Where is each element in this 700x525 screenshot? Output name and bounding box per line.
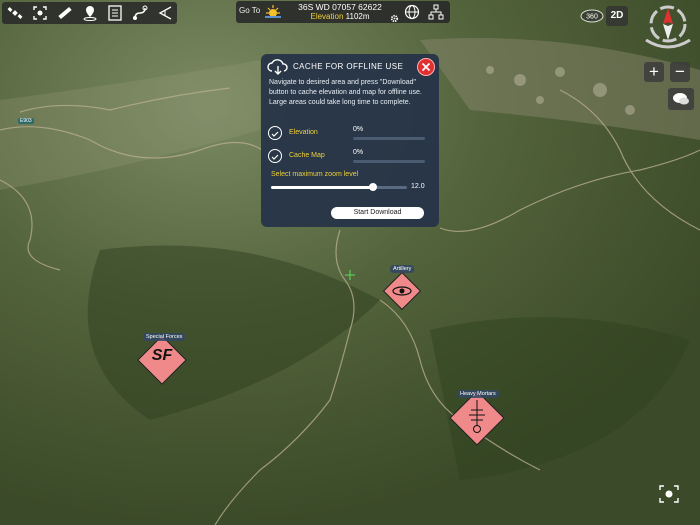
elevation-label: Elevation <box>310 12 344 21</box>
zoom-level-slider[interactable] <box>271 183 407 191</box>
los-icon[interactable] <box>152 2 177 24</box>
cache-map-check-icon <box>268 149 282 163</box>
zoom-out-button[interactable]: − <box>670 62 690 82</box>
unit-label-artillery: Artillery <box>390 265 415 273</box>
road-label-e903: E903 <box>18 118 34 124</box>
zoom-level-value: 12.0 <box>411 183 425 190</box>
capture-icon[interactable] <box>27 2 52 24</box>
dialog-title: CACHE FOR OFFLINE USE <box>293 62 404 71</box>
view-2d-button[interactable]: 2D <box>606 6 628 26</box>
goto-panel: Go To 36S WD 07057 62622 Elevation 1102m <box>236 1 450 23</box>
sun-icon[interactable] <box>263 3 283 24</box>
elevation-progress-bar <box>353 137 425 140</box>
special-forces-symbol: SF <box>151 347 173 364</box>
zoom-slider-thumb[interactable] <box>369 183 377 191</box>
my-location-button[interactable] <box>658 484 680 504</box>
network-icon[interactable] <box>428 4 444 25</box>
zoom-in-button[interactable]: + <box>644 62 664 82</box>
unit-label-special-forces: Special Forces <box>143 333 186 341</box>
mgrs-coordinate: 36S WD 07057 62622 <box>298 2 382 12</box>
chat-button[interactable] <box>668 88 694 110</box>
elevation-value: 1102m <box>345 12 370 21</box>
location-pin-icon[interactable] <box>77 2 102 24</box>
dialog-description: Navigate to desired area and press "Down… <box>269 79 422 106</box>
close-button[interactable] <box>417 58 435 76</box>
gear-icon[interactable] <box>390 10 399 28</box>
close-icon <box>421 62 431 72</box>
cache-map-row-percent: 0% <box>353 149 364 156</box>
ruler-icon[interactable] <box>52 2 77 24</box>
elevation-row-percent: 0% <box>353 126 364 133</box>
start-download-button[interactable]: Start Download <box>331 207 424 219</box>
main-toolbar <box>2 2 177 24</box>
unit-label-heavy-mortars: Heavy Mortars <box>457 390 499 398</box>
location-target-icon <box>659 485 679 503</box>
goto-button[interactable]: Go To <box>239 6 260 15</box>
view-360-button[interactable]: 360 <box>580 6 604 26</box>
route-icon[interactable] <box>127 2 152 24</box>
cache-offline-dialog: CACHE FOR OFFLINE USE Navigate to desire… <box>261 54 439 227</box>
zoom-level-label: Select maximum zoom level <box>271 171 359 178</box>
satellite-icon[interactable] <box>2 2 27 24</box>
elevation-readout: Elevation 1102m <box>290 12 390 21</box>
cache-map-row-label: Cache Map <box>289 152 325 159</box>
list-icon[interactable] <box>102 2 127 24</box>
cache-map-progress-bar <box>353 160 425 163</box>
chat-icon <box>673 93 689 105</box>
zoom-slider-fill <box>271 186 373 189</box>
elevation-row-label: Elevation <box>289 129 318 136</box>
globe-icon[interactable] <box>404 4 420 25</box>
elevation-check-icon <box>268 126 282 140</box>
compass-icon[interactable] <box>640 2 696 52</box>
view-360-label: 360 <box>586 14 598 21</box>
